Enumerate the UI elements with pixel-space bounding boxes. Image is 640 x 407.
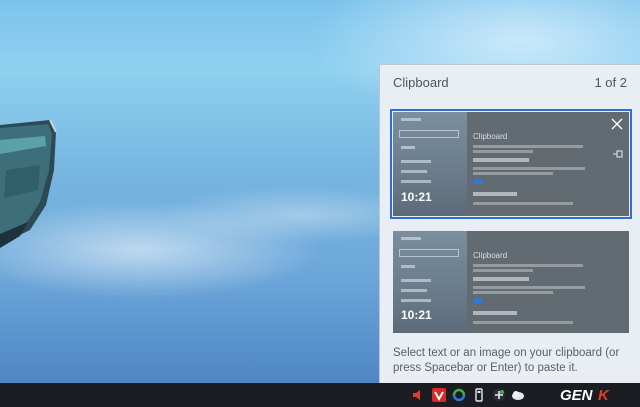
clipboard-title: Clipboard xyxy=(393,75,449,90)
network-icon[interactable] xyxy=(492,388,506,402)
clipboard-header: Clipboard 1 of 2 xyxy=(380,65,640,101)
vivaldi-icon[interactable] xyxy=(432,388,446,402)
thumbnail-content: Clipboard xyxy=(467,231,629,333)
weather-icon[interactable] xyxy=(511,388,525,402)
thumbnail-clock: 10:21 xyxy=(401,308,432,322)
thumbnail-clock: 10:21 xyxy=(401,190,432,204)
svg-text:GEN: GEN xyxy=(560,387,594,404)
clipboard-hint: Select text or an image on your clipboar… xyxy=(393,347,620,374)
volume-icon[interactable] xyxy=(411,388,425,402)
taskbar: GEN K xyxy=(0,383,640,407)
clipboard-item[interactable]: Clipboard 10:21 xyxy=(390,109,632,219)
thumbnail-content: Clipboard xyxy=(467,112,629,216)
genk-logo: GEN K xyxy=(560,387,610,404)
sync-icon[interactable] xyxy=(452,388,466,402)
close-icon[interactable] xyxy=(611,118,623,130)
clipboard-panel: Clipboard 1 of 2 Clipboard 10:21 Clipboa… xyxy=(379,64,640,383)
clipboard-item[interactable]: Clipboard 10:21 xyxy=(393,231,629,333)
thumbnail-heading: Clipboard xyxy=(473,251,508,260)
svg-text:K: K xyxy=(598,387,610,404)
pin-icon[interactable] xyxy=(613,150,625,158)
usb-drive-icon[interactable] xyxy=(472,388,486,402)
clipboard-item-count: 1 of 2 xyxy=(594,75,627,90)
thumbnail-heading: Clipboard xyxy=(473,132,508,141)
boat-image xyxy=(0,119,57,248)
